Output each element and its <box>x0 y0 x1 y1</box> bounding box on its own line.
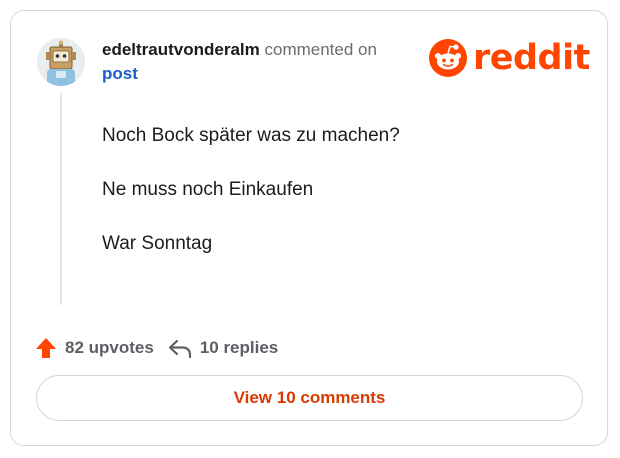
comment-paragraph: Ne muss noch Einkaufen <box>102 179 314 200</box>
upvotes-label: 82 upvotes <box>65 338 154 357</box>
username-link[interactable]: edeltrautvonderalm <box>102 40 260 59</box>
commented-on-text: commented on <box>264 40 377 59</box>
reply-arrow-icon <box>168 339 191 359</box>
user-avatar[interactable] <box>37 38 85 86</box>
thread-line <box>60 93 62 305</box>
reddit-snoo-icon <box>429 39 467 77</box>
comment-card: edeltrautvonderalm commented on post red… <box>10 10 608 446</box>
upvote-arrow-icon <box>36 338 56 358</box>
reddit-logo[interactable]: reddit <box>429 37 590 79</box>
comment-paragraph: Noch Bock später was zu machen? <box>102 125 400 146</box>
comment-stats: 82 upvotes 10 replies <box>35 337 278 359</box>
view-comments-button[interactable]: View 10 comments <box>36 375 583 421</box>
reddit-wordmark: reddit <box>473 38 590 78</box>
comment-body: Noch Bock später was zu machen? Ne muss … <box>102 123 582 285</box>
robot-avatar-icon <box>37 38 85 86</box>
reply-count[interactable]: 10 replies <box>168 337 278 359</box>
comment-paragraph: War Sonntag <box>102 233 213 254</box>
comment-header: edeltrautvonderalm commented on post <box>102 38 432 86</box>
post-link[interactable]: post <box>102 62 432 86</box>
replies-label: 10 replies <box>199 338 279 357</box>
upvote-count[interactable]: 82 upvotes <box>35 337 154 359</box>
